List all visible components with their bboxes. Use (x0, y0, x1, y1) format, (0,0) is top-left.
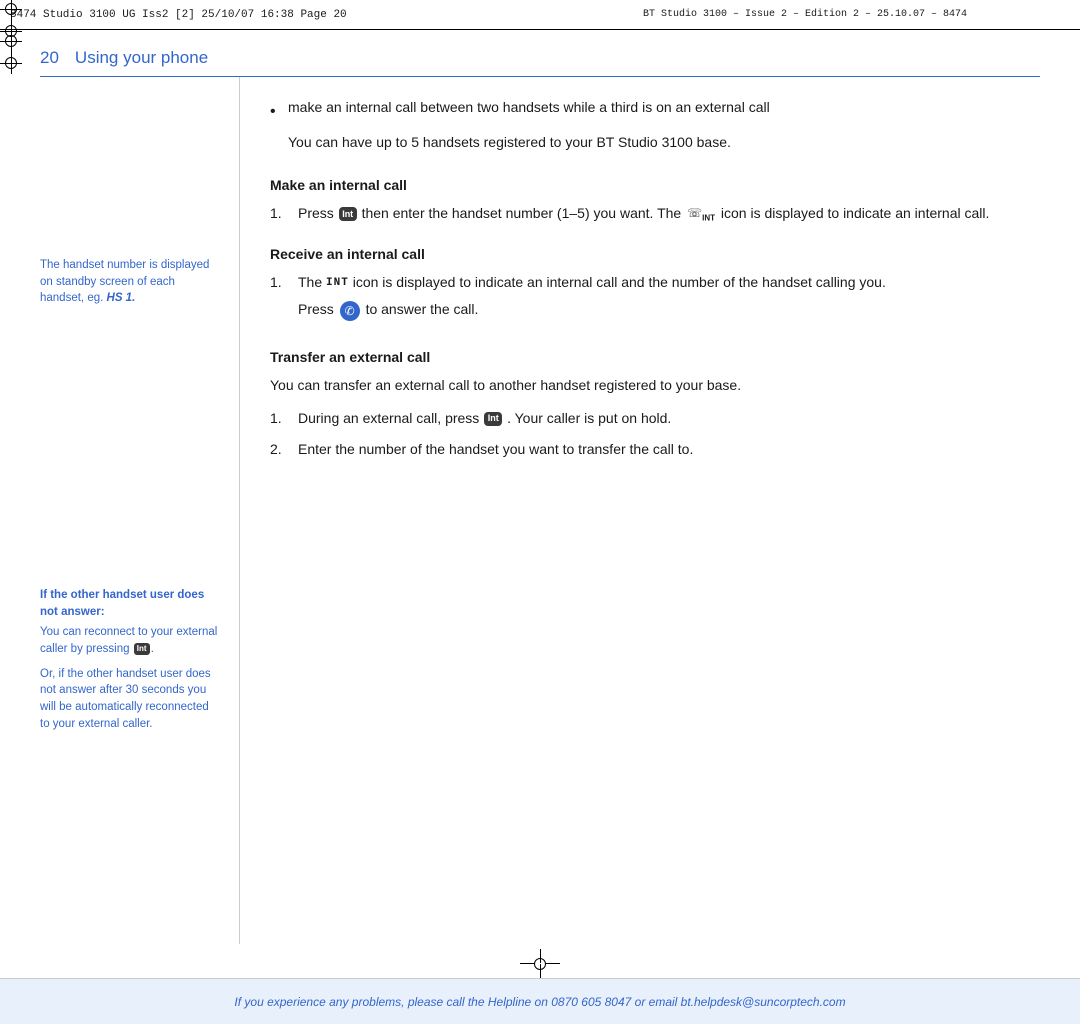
transfer-step1: 1. During an external call, press Int . … (270, 408, 1040, 429)
step1-num: 1. (270, 203, 290, 224)
page-number: 20 (40, 48, 59, 68)
step3-1-pre: During an external call, press (298, 410, 479, 426)
sidebar-int-btn: Int (134, 643, 150, 655)
step3-2-text: Enter the number of the handset you want… (298, 439, 1040, 460)
receive-internal-step1: 1. The INT icon is displayed to indicate… (270, 272, 1040, 320)
transfer-step2: 2. Enter the number of the handset you w… (270, 439, 1040, 460)
step2-main: icon is displayed to indicate an interna… (353, 274, 886, 290)
int-button-1: Int (339, 207, 357, 221)
section3-heading: Transfer an external call (270, 349, 1040, 365)
sidebar-note-example: HS 1. (107, 292, 136, 304)
int-button-2: Int (484, 412, 502, 426)
bullet-dot: • (270, 100, 278, 124)
page-title: Using your phone (75, 48, 208, 68)
footer: If you experience any problems, please c… (0, 978, 1080, 1024)
sidebar-warning-body2: Or, if the other handset user does not a… (40, 666, 219, 733)
sidebar-warning: If the other handset user does not answe… (40, 587, 219, 732)
sidebar-warning-body1-text: You can reconnect to your external calle… (40, 626, 217, 655)
phone-answer-icon: ✆ (340, 301, 360, 321)
step2-sub-text: to answer the call. (366, 301, 479, 317)
top-header: 8474 Studio 3100 UG Iss2 [2] 25/10/07 16… (0, 0, 1080, 30)
step2-text: The INT icon is displayed to indicate an… (298, 272, 1040, 320)
step1-text: Press Int then enter the handset number … (298, 203, 1040, 224)
section3-intro: You can transfer an external call to ano… (270, 375, 1040, 396)
step1-mid: then enter the handset number (1–5) you … (362, 205, 682, 221)
step3-1-text: During an external call, press Int . You… (298, 408, 1040, 429)
step2-pre: The (298, 274, 322, 290)
bullet-section: • make an internal call between two hand… (270, 97, 1040, 153)
bullet-item-1: • make an internal call between two hand… (270, 97, 1040, 124)
header-right: BT Studio 3100 – Issue 2 – Edition 2 – 2… (540, 9, 1070, 20)
bullet-text-1: make an internal call between two handse… (288, 97, 1040, 124)
make-internal-step1: 1. Press Int then enter the handset numb… (270, 203, 1040, 224)
reg-mark-bl (0, 0, 22, 20)
page-container: 20 Using your phone The handset number i… (0, 30, 1080, 1024)
sidebar: The handset number is displayed on stand… (40, 77, 240, 944)
step1-suffix: icon is displayed to indicate an interna… (721, 205, 990, 221)
sidebar-warning-body1: You can reconnect to your external calle… (40, 624, 219, 657)
step3-1-num: 1. (270, 408, 290, 429)
step2-sub-pre: Press (298, 299, 334, 320)
sidebar-warning-title: If the other handset user does not answe… (40, 587, 219, 620)
section2-heading: Receive an internal call (270, 246, 1040, 262)
footer-text: If you experience any problems, please c… (234, 995, 845, 1009)
header-left: 8474 Studio 3100 UG Iss2 [2] 25/10/07 16… (10, 9, 540, 21)
content-area: • make an internal call between two hand… (240, 77, 1040, 944)
bullet-sub-para: You can have up to 5 handsets registered… (288, 132, 1040, 153)
step1-pre: Press (298, 205, 334, 221)
step3-2-num: 2. (270, 439, 290, 460)
step2-num: 1. (270, 272, 290, 320)
sidebar-note: The handset number is displayed on stand… (40, 257, 219, 307)
main-content: The handset number is displayed on stand… (0, 77, 1080, 1024)
int-text-icon: INT (326, 278, 349, 290)
bottom-reg-mark (520, 949, 560, 978)
section1-heading: Make an internal call (270, 177, 1040, 193)
step3-1-suffix: . Your caller is put on hold. (507, 410, 671, 426)
phone-int-icon: ☏INT (687, 206, 715, 220)
page-title-bar: 20 Using your phone (0, 30, 1080, 68)
